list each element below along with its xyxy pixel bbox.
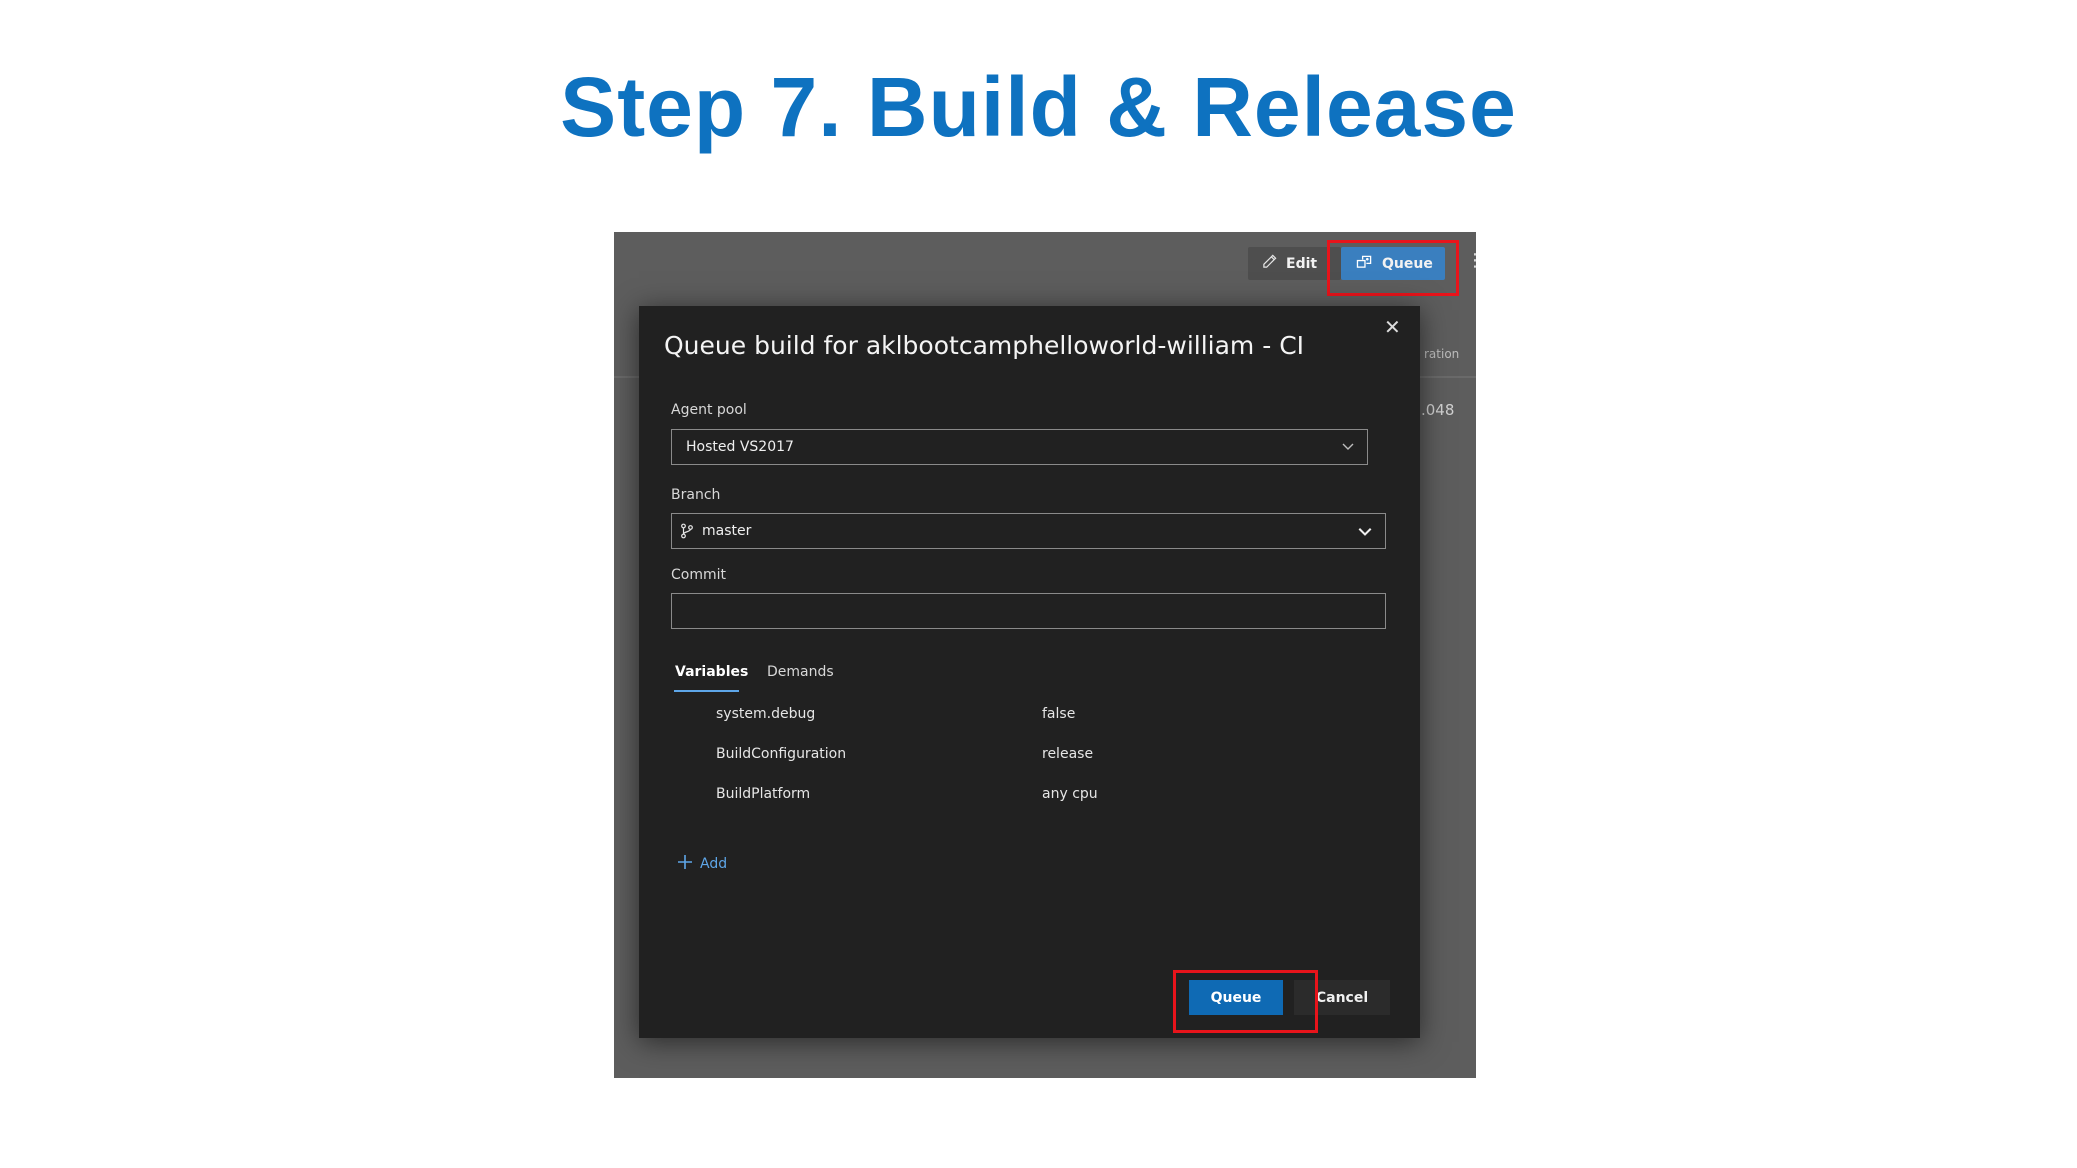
variable-name[interactable]: BuildConfiguration [716,746,846,762]
vertical-ellipsis-icon[interactable]: ⋮ [1466,251,1476,271]
variable-value[interactable]: any cpu [1042,786,1098,802]
highlight-box-dialog-queue [1173,970,1318,1033]
variable-value[interactable]: release [1042,746,1093,762]
chevron-down-icon [1341,439,1355,457]
variable-name[interactable]: BuildPlatform [716,786,810,802]
queue-build-dialog: Queue build for aklbootcamphelloworld-wi… [639,306,1420,1038]
tab-demands[interactable]: Demands [767,664,834,680]
active-tab-underline [674,690,739,692]
chevron-down-icon [1357,523,1373,543]
slide-title: Step 7. Build & Release [560,60,1517,154]
add-label: Add [700,856,728,872]
add-variable-button[interactable]: Add [676,853,727,875]
commit-input[interactable] [671,593,1386,629]
agent-pool-label: Agent pool [671,402,747,418]
agent-pool-select[interactable]: Hosted VS2017 [671,429,1368,465]
background-cell-value: .048 [1421,401,1455,419]
branch-select[interactable]: master [671,513,1386,549]
commit-label: Commit [671,567,726,583]
branch-value: master [702,523,752,539]
highlight-box-toolbar-queue [1327,240,1459,296]
dialog-title: Queue build for aklbootcamphelloworld-wi… [664,331,1305,360]
screenshot-frame: ration .048 Edit Queue ⋮ Queue build for… [614,232,1476,1078]
edit-button-label: Edit [1286,255,1318,272]
variable-name[interactable]: system.debug [716,706,815,722]
variable-value[interactable]: false [1042,706,1075,722]
close-icon[interactable]: ✕ [1384,317,1401,337]
background-column-header: ration [1424,347,1460,361]
git-branch-icon [680,523,694,539]
agent-pool-value: Hosted VS2017 [686,439,794,455]
tab-variables[interactable]: Variables [675,664,748,680]
branch-label: Branch [671,487,721,503]
plus-icon [676,853,694,875]
pencil-icon [1262,254,1277,273]
